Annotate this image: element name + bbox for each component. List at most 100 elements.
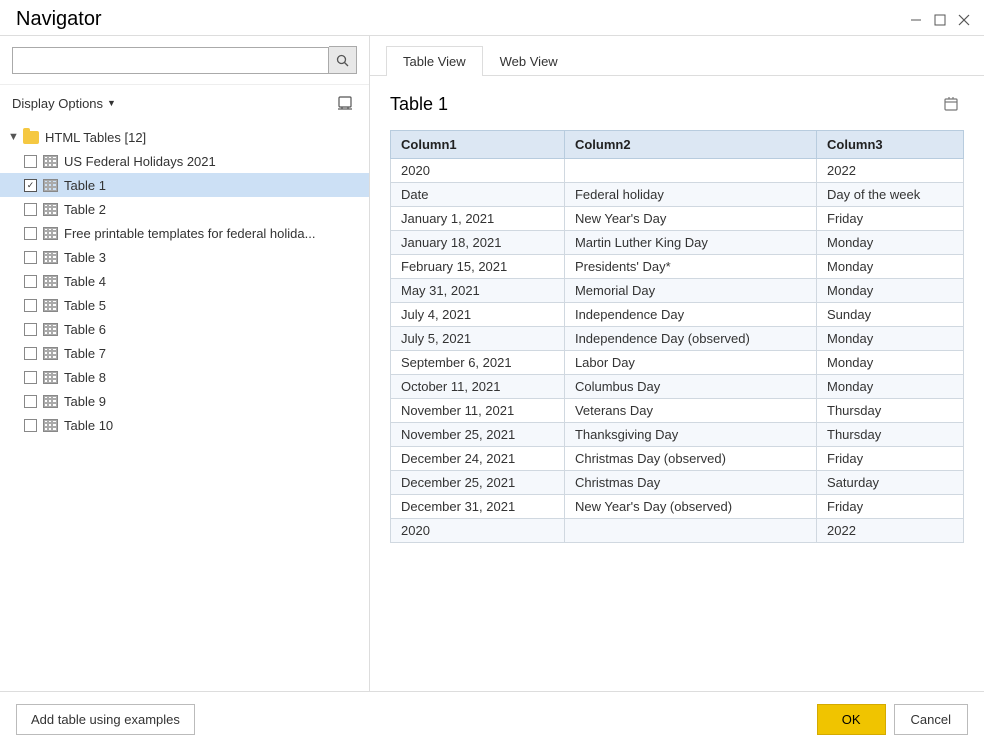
col-header-3: Column3 [817,131,964,159]
tree-item-table2[interactable]: Table 2 [0,197,369,221]
tree-item-free-print[interactable]: Free printable templates for federal hol… [0,221,369,245]
tree-item-checkbox-table9[interactable] [24,395,37,408]
tree-item-label-table4: Table 4 [64,274,106,289]
bottom-bar: Add table using examples OK Cancel [0,691,984,747]
table-row: November 25, 2021Thanksgiving DayThursda… [391,423,964,447]
tree-item-label-free-print: Free printable templates for federal hol… [64,226,315,241]
tree-item-label-table1: Table 1 [64,178,106,193]
table-cell: New Year's Day (observed) [564,495,816,519]
tree-item-table10[interactable]: Table 10 [0,413,369,437]
tabs-row: Table View Web View [370,36,984,76]
table-cell: Monday [817,327,964,351]
preview-table-body: 20202022DateFederal holidayDay of the we… [391,159,964,543]
table-cell: Thursday [817,423,964,447]
window-title: Navigator [16,8,102,31]
display-options-arrow: ▼ [107,98,116,108]
table-icon [41,369,59,385]
tree-item-label-table7: Table 7 [64,346,106,361]
tree-item-checkbox-table7[interactable] [24,347,37,360]
tree-item-checkbox-table10[interactable] [24,419,37,432]
table-icon [41,225,59,241]
tree-item-table3[interactable]: Table 3 [0,245,369,269]
display-options-label: Display Options [12,96,103,111]
tree-item-table4[interactable]: Table 4 [0,269,369,293]
tree-item-checkbox-table4[interactable] [24,275,37,288]
preview-external-button[interactable] [940,92,964,116]
table-cell: 2022 [817,159,964,183]
table-cell: Day of the week [817,183,964,207]
table-cell: Friday [817,495,964,519]
tree-item-label-table8: Table 8 [64,370,106,385]
search-button[interactable] [329,46,357,74]
table-header-row: Column1 Column2 Column3 [391,131,964,159]
ok-button[interactable]: OK [817,704,886,735]
table-cell: Independence Day (observed) [564,327,816,351]
table-cell: November 25, 2021 [391,423,565,447]
tree-item-checkbox-table2[interactable] [24,203,37,216]
tree-item-checkbox-table5[interactable] [24,299,37,312]
table-icon [41,153,59,169]
add-table-button[interactable]: Add table using examples [16,704,195,735]
table-cell: Date [391,183,565,207]
col-header-2: Column2 [564,131,816,159]
tree-items-list: US Federal Holidays 2021 Table 1 Table 2 Fr… [0,149,369,437]
tab-table-view[interactable]: Table View [386,46,483,76]
table-cell: Friday [817,447,964,471]
table-row: 20202022 [391,519,964,543]
table-cell: Friday [817,207,964,231]
table-cell: New Year's Day [564,207,816,231]
tree-item-checkbox-table8[interactable] [24,371,37,384]
tree-item-table9[interactable]: Table 9 [0,389,369,413]
table-cell: Monday [817,279,964,303]
left-panel: Display Options ▼ ▼ HTML Tables [ [0,36,370,691]
maximize-button[interactable] [932,12,948,28]
tree-container[interactable]: ▼ HTML Tables [12] US Federal Holidays 2… [0,121,369,691]
cancel-button[interactable]: Cancel [894,704,968,735]
table-icon [41,297,59,313]
table-cell: Monday [817,255,964,279]
preview-header: Table 1 [390,92,964,116]
table-row: May 31, 2021Memorial DayMonday [391,279,964,303]
table-cell [564,159,816,183]
table-row: July 5, 2021Independence Day (observed)M… [391,327,964,351]
table-cell: May 31, 2021 [391,279,565,303]
preview-title: Table 1 [390,94,448,115]
tree-item-checkbox-table1[interactable] [24,179,37,192]
tree-folder-html-tables[interactable]: ▼ HTML Tables [12] [0,125,369,149]
tree-item-table7[interactable]: Table 7 [0,341,369,365]
tree-item-checkbox-table3[interactable] [24,251,37,264]
table-row: July 4, 2021Independence DaySunday [391,303,964,327]
preview-table: Column1 Column2 Column3 20202022DateFede… [390,130,964,543]
folder-label: HTML Tables [12] [45,130,146,145]
right-panel: Table View Web View Table 1 [370,36,984,691]
tree-item-table6[interactable]: Table 6 [0,317,369,341]
tree-item-table5[interactable]: Table 5 [0,293,369,317]
tree-item-checkbox-table6[interactable] [24,323,37,336]
table-cell: Christmas Day (observed) [564,447,816,471]
table-cell: 2022 [817,519,964,543]
tree-item-us-holidays[interactable]: US Federal Holidays 2021 [0,149,369,173]
preview-area: Table 1 Column1 Column2 Column3 [370,76,984,691]
display-options-button[interactable]: Display Options ▼ [12,96,116,111]
search-input[interactable] [12,47,329,74]
table-cell: Christmas Day [564,471,816,495]
table-row: 20202022 [391,159,964,183]
tree-item-checkbox-us-holidays[interactable] [24,155,37,168]
refresh-button[interactable] [333,91,357,115]
table-cell: December 24, 2021 [391,447,565,471]
tree-item-label-table6: Table 6 [64,322,106,337]
display-options-row: Display Options ▼ [0,85,369,121]
table-cell: Monday [817,351,964,375]
table-cell: October 11, 2021 [391,375,565,399]
table-icon [41,321,59,337]
tree-item-label-us-holidays: US Federal Holidays 2021 [64,154,216,169]
table-row: January 1, 2021New Year's DayFriday [391,207,964,231]
table-cell: Federal holiday [564,183,816,207]
tree-item-checkbox-free-print[interactable] [24,227,37,240]
tab-web-view[interactable]: Web View [483,46,575,76]
table-cell: December 25, 2021 [391,471,565,495]
tree-item-table8[interactable]: Table 8 [0,365,369,389]
close-button[interactable] [956,12,972,28]
minimize-button[interactable] [908,12,924,28]
tree-item-table1[interactable]: Table 1 [0,173,369,197]
